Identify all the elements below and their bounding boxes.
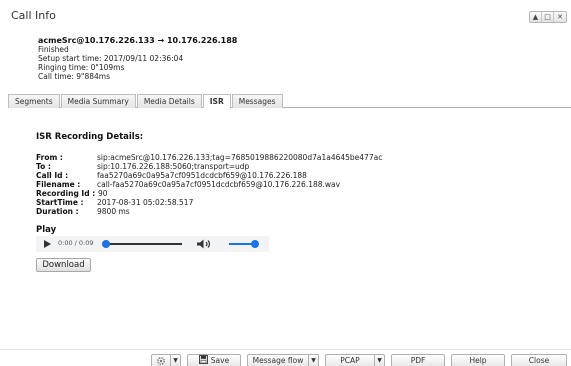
- to-value: sip:10.176.226.188:5060;transport=udp: [97, 162, 250, 171]
- pdf-button[interactable]: PDF: [391, 354, 445, 366]
- chevron-down-icon[interactable]: ▼: [171, 355, 180, 366]
- play-label: Play: [36, 225, 57, 235]
- tab-messages[interactable]: Messages: [231, 94, 283, 108]
- tab-bar: Segments Media Summary Media Details ISR…: [8, 94, 571, 109]
- starttime-value: 2017-08-31 05:02:58.517: [97, 198, 194, 207]
- gear-icon-glyph: [157, 357, 165, 365]
- callid-value: faa5270a69c0a95a7cf0951dcdcbf659@10.176.…: [97, 171, 307, 180]
- tab-media-summary[interactable]: Media Summary: [60, 94, 136, 108]
- save-icon: [198, 355, 208, 364]
- seek-knob[interactable]: [102, 240, 110, 248]
- message-flow-button[interactable]: Message flow: [248, 355, 309, 366]
- close-icon[interactable]: ✕: [554, 12, 566, 22]
- volume-knob[interactable]: [251, 240, 259, 248]
- help-button[interactable]: Help: [451, 354, 505, 366]
- from-label: From :: [36, 153, 63, 162]
- settings-dropdown[interactable]: ▼: [151, 354, 181, 366]
- call-status: Finished: [38, 45, 69, 54]
- tab-isr[interactable]: ISR: [202, 94, 231, 109]
- recording-id-label: Recording Id :: [36, 189, 96, 198]
- duration-label: Duration :: [36, 207, 79, 216]
- detail-row-to: To : sip:10.176.226.188:5060;transport=u…: [36, 162, 249, 171]
- volume-icon[interactable]: [196, 239, 212, 249]
- isr-title: ISR Recording Details:: [36, 132, 144, 142]
- save-label: Save: [210, 356, 230, 365]
- recording-id-value: 90: [98, 189, 108, 198]
- call-heading: acmeSrc@10.176.226.133 → 10.176.226.188: [38, 36, 238, 45]
- detail-row-filename: Filename : call-faa5270a69c0a95a7cf0951d…: [36, 180, 340, 189]
- window-title: Call Info: [11, 9, 56, 22]
- seek-track[interactable]: [106, 243, 182, 245]
- call-summary: acmeSrc@10.176.226.133 → 10.176.226.188 …: [38, 36, 237, 81]
- filename-label: Filename :: [36, 180, 81, 189]
- detail-row-callid: Call Id : faa5270a69c0a95a7cf0951dcdcbf6…: [36, 171, 307, 180]
- detail-row-starttime: StartTime : 2017-08-31 05:02:58.517: [36, 198, 193, 207]
- maximize-icon[interactable]: □: [542, 12, 554, 22]
- detail-row-duration: Duration : 9800 ms: [36, 207, 130, 216]
- save-button[interactable]: Save: [187, 354, 241, 366]
- close-button[interactable]: Close: [511, 354, 567, 366]
- callid-label: Call Id :: [36, 171, 69, 180]
- message-flow-dropdown[interactable]: Message flow ▼: [247, 354, 319, 366]
- call-time: Call time: 9"884ms: [38, 72, 110, 81]
- to-label: To :: [36, 162, 51, 171]
- filename-value: call-faa5270a69c0a95a7cf0951dcdcbf659@10…: [97, 180, 341, 189]
- detail-row-from: From : sip:acmeSrc@10.176.226.133;tag=76…: [36, 153, 382, 162]
- player-time: 0:00 / 0:09: [58, 239, 94, 247]
- from-value: sip:acmeSrc@10.176.226.133;tag=768501988…: [97, 153, 383, 162]
- gear-icon[interactable]: [152, 355, 171, 366]
- isr-panel: ISR Recording Details: From : sip:acmeSr…: [8, 108, 571, 338]
- collapse-icon[interactable]: ▲: [530, 12, 542, 22]
- chevron-down-icon[interactable]: ▼: [309, 355, 318, 366]
- pcap-button[interactable]: PCAP: [326, 355, 375, 366]
- play-icon[interactable]: [44, 240, 51, 248]
- tab-segments[interactable]: Segments: [8, 94, 60, 108]
- detail-row-recording-id: Recording Id : 90: [36, 189, 108, 198]
- starttime-label: StartTime :: [36, 198, 84, 207]
- audio-player: 0:00 / 0:09: [36, 236, 269, 252]
- bottom-toolbar: ▼ Save Message flow ▼ PCAP ▼ PDF Help Cl…: [0, 349, 571, 366]
- download-button[interactable]: Download: [36, 258, 91, 272]
- duration-value: 9800 ms: [97, 207, 130, 216]
- ringing-time: Ringing time: 0"109ms: [38, 63, 125, 72]
- chevron-down-icon[interactable]: ▼: [375, 355, 384, 366]
- tab-media-details[interactable]: Media Details: [136, 94, 202, 108]
- pcap-dropdown[interactable]: PCAP ▼: [325, 354, 385, 366]
- setup-start-time: Setup start time: 2017/09/11 02:36:04: [38, 54, 184, 63]
- window-controls: ▲ □ ✕: [529, 11, 567, 23]
- title-bar: Call Info ▲ □ ✕: [0, 0, 571, 32]
